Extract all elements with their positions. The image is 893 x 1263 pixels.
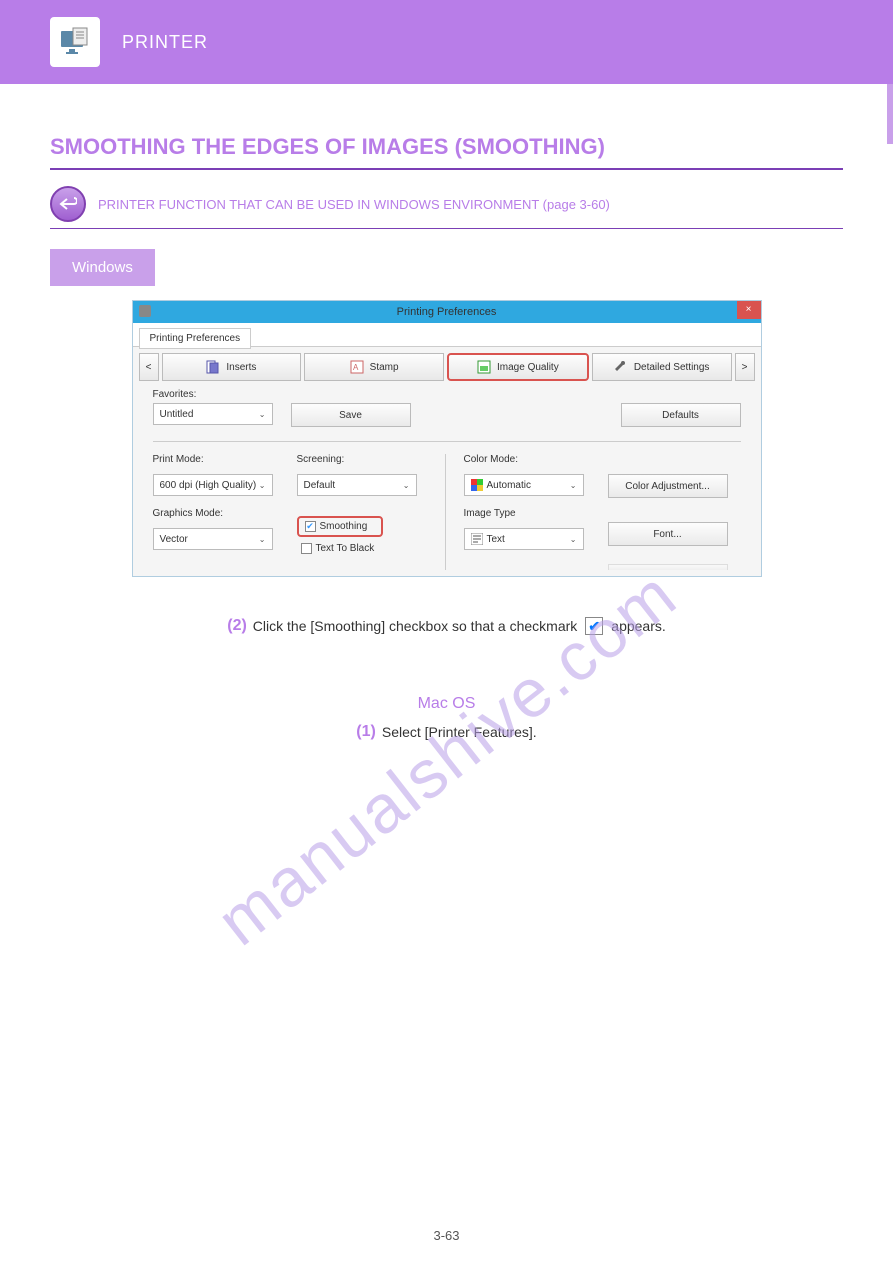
step-number: (1) <box>356 723 376 741</box>
back-link[interactable]: PRINTER FUNCTION THAT CAN BE USED IN WIN… <box>98 197 610 212</box>
screening-dropdown[interactable]: Default⌄ <box>297 474 417 496</box>
font-button[interactable]: Font... <box>608 522 728 546</box>
text-to-black-checkbox[interactable]: ✔ Text To Black <box>297 543 427 554</box>
chevron-down-icon: ⌄ <box>259 535 266 544</box>
window-body: < Inserts A Stamp Image Quality <box>133 347 761 576</box>
monitor-doc-icon <box>58 25 92 59</box>
printer-logo <box>48 15 102 69</box>
graphics-mode-label: Graphics Mode: <box>153 508 283 519</box>
macos-label: Mac OS <box>50 695 843 713</box>
checkbox-checked-icon: ✔ <box>305 521 316 532</box>
screening-label: Screening: <box>297 454 427 465</box>
print-mode-dropdown[interactable]: 600 dpi (High Quality)⌄ <box>153 474 273 496</box>
window-title: Printing Preferences <box>397 306 497 318</box>
checkbox-unchecked-icon: ✔ <box>301 543 312 554</box>
step-text-before: Click the [Smoothing] checkbox so that a… <box>253 618 577 634</box>
text-icon <box>471 533 483 545</box>
tab-nav-next[interactable]: > <box>735 353 755 381</box>
step-text-after: appears. <box>611 618 665 634</box>
tab-inserts[interactable]: Inserts <box>162 353 302 381</box>
printer-icon <box>139 305 151 317</box>
content: SMOOTHING THE EDGES OF IMAGES (SMOOTHING… <box>0 84 893 765</box>
mac-step-text: Select [Printer Features]. <box>382 724 537 740</box>
windows-label: Windows <box>50 249 155 286</box>
tab-nav-prev[interactable]: < <box>139 353 159 381</box>
chevron-down-icon: ⌄ <box>570 481 577 490</box>
favorites-label: Favorites: <box>153 389 273 400</box>
close-button[interactable]: × <box>737 301 761 319</box>
page-number: 3-63 <box>0 1228 893 1243</box>
chevron-down-icon: ⌄ <box>570 535 577 544</box>
favorites-dropdown[interactable]: Untitled⌄ <box>153 403 273 425</box>
wrench-icon <box>614 360 628 374</box>
back-row: PRINTER FUNCTION THAT CAN BE USED IN WIN… <box>50 186 843 222</box>
color-mode-dropdown[interactable]: Automatic ⌄ <box>464 474 584 496</box>
image-quality-icon <box>477 360 491 374</box>
back-button[interactable] <box>50 186 86 222</box>
truncated-button <box>608 564 728 570</box>
image-type-label: Image Type <box>464 508 594 519</box>
chevron-down-icon: ⌄ <box>403 481 410 490</box>
color-adjustment-button[interactable]: Color Adjustment... <box>608 474 728 498</box>
topbar: PRINTER <box>0 0 893 84</box>
stamp-icon: A <box>350 360 364 374</box>
color-mode-label: Color Mode: <box>464 454 594 465</box>
rule <box>50 168 843 170</box>
image-type-dropdown[interactable]: Text ⌄ <box>464 528 584 550</box>
rule-thin <box>50 228 843 229</box>
tabstrip: Printing Preferences <box>133 323 761 347</box>
favorites-row: Favorites: Untitled⌄ Save Defaults <box>139 389 755 435</box>
chevron-down-icon: ⌄ <box>259 410 266 419</box>
inserts-icon <box>206 360 220 374</box>
vertical-divider <box>445 454 446 570</box>
step-number: (2) <box>227 617 247 635</box>
step-2: (2) Click the [Smoothing] checkbox so th… <box>50 617 843 635</box>
back-arrow-icon <box>59 197 77 211</box>
settings-grid: Print Mode: 600 dpi (High Quality)⌄ Grap… <box>139 448 755 570</box>
svg-text:A: A <box>353 363 359 372</box>
graphics-mode-dropdown[interactable]: Vector⌄ <box>153 528 273 550</box>
defaults-button[interactable]: Defaults <box>621 403 741 427</box>
tab-detailed-settings[interactable]: Detailed Settings <box>592 353 732 381</box>
checkmark-icon: ✔ <box>585 617 603 635</box>
side-tab <box>887 84 893 144</box>
tab-printing-preferences[interactable]: Printing Preferences <box>139 328 252 349</box>
category-tabs: < Inserts A Stamp Image Quality <box>139 353 755 381</box>
color-swatch-icon <box>471 479 483 491</box>
chevron-down-icon: ⌄ <box>259 481 266 490</box>
divider <box>153 441 741 442</box>
tab-stamp[interactable]: A Stamp <box>304 353 444 381</box>
window-titlebar: Printing Preferences × <box>133 301 761 323</box>
page: PRINTER SMOOTHING THE EDGES OF IMAGES (S… <box>0 0 893 1263</box>
screenshot-window: Printing Preferences × Printing Preferen… <box>132 300 762 577</box>
mac-step-1: (1) Select [Printer Features]. <box>50 723 843 741</box>
smoothing-checkbox[interactable]: ✔ Smoothing <box>297 516 383 537</box>
section-title: SMOOTHING THE EDGES OF IMAGES (SMOOTHING… <box>50 134 843 160</box>
save-button[interactable]: Save <box>291 403 411 427</box>
topbar-title: PRINTER <box>122 32 208 53</box>
tab-image-quality[interactable]: Image Quality <box>447 353 589 381</box>
print-mode-label: Print Mode: <box>153 454 283 465</box>
